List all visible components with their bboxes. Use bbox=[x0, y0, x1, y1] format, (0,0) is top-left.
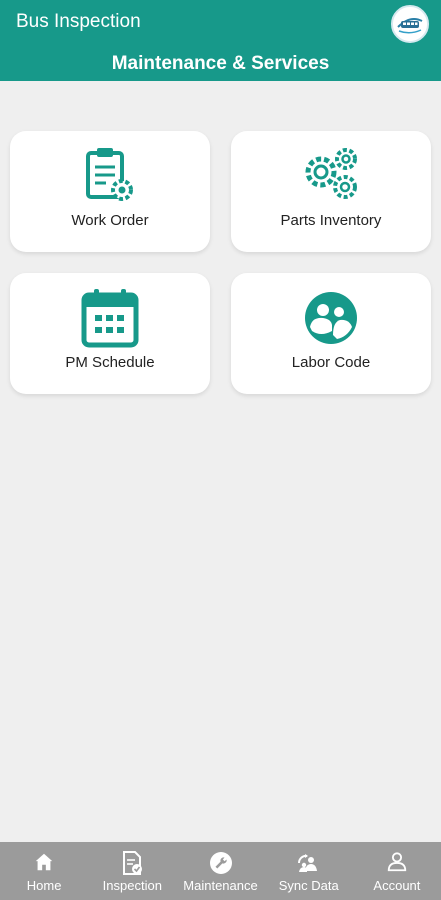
wrench-icon bbox=[209, 852, 232, 874]
app-title: Bus Inspection bbox=[16, 11, 141, 32]
pm-schedule-tile[interactable]: PM Schedule bbox=[10, 273, 210, 394]
tile-label: Labor Code bbox=[291, 354, 371, 371]
home-icon bbox=[35, 853, 53, 871]
tile-label: Parts Inventory bbox=[280, 212, 382, 229]
nav-item-account[interactable]: Account bbox=[353, 842, 441, 900]
parts-inventory-tile[interactable]: Parts Inventory bbox=[231, 131, 431, 252]
nav-item-home[interactable]: Home bbox=[0, 842, 88, 900]
nav-label: Account bbox=[373, 878, 421, 893]
nav-item-maintenance[interactable]: Maintenance bbox=[176, 842, 264, 900]
document-check-icon bbox=[123, 851, 143, 875]
clipboard-gear-icon bbox=[86, 148, 133, 201]
nav-item-inspection[interactable]: Inspection bbox=[88, 842, 176, 900]
nav-label: Sync Data bbox=[278, 878, 339, 893]
person-icon bbox=[387, 852, 407, 872]
sync-users-icon bbox=[297, 854, 317, 872]
company-logo[interactable] bbox=[391, 5, 429, 43]
people-circle-icon bbox=[305, 292, 357, 344]
nav-label: Home bbox=[26, 878, 62, 893]
nav-item-sync-data[interactable]: Sync Data bbox=[265, 842, 353, 900]
gears-icon bbox=[305, 148, 357, 199]
page-title: Maintenance & Services bbox=[111, 53, 330, 74]
bottom-navigation: Home Inspection Maintenance Sync Data Ac… bbox=[0, 842, 441, 900]
nav-label: Maintenance bbox=[183, 878, 258, 893]
labor-code-tile[interactable]: Labor Code bbox=[231, 273, 431, 394]
work-order-tile[interactable]: Work Order bbox=[10, 131, 210, 252]
bus-logo-icon bbox=[393, 7, 427, 41]
tile-label: PM Schedule bbox=[65, 354, 155, 371]
app-header: Bus Inspection Maintenance & Services bbox=[0, 0, 441, 81]
calendar-icon bbox=[81, 289, 139, 348]
tile-label: Work Order bbox=[71, 212, 149, 229]
nav-label: Inspection bbox=[102, 878, 162, 893]
